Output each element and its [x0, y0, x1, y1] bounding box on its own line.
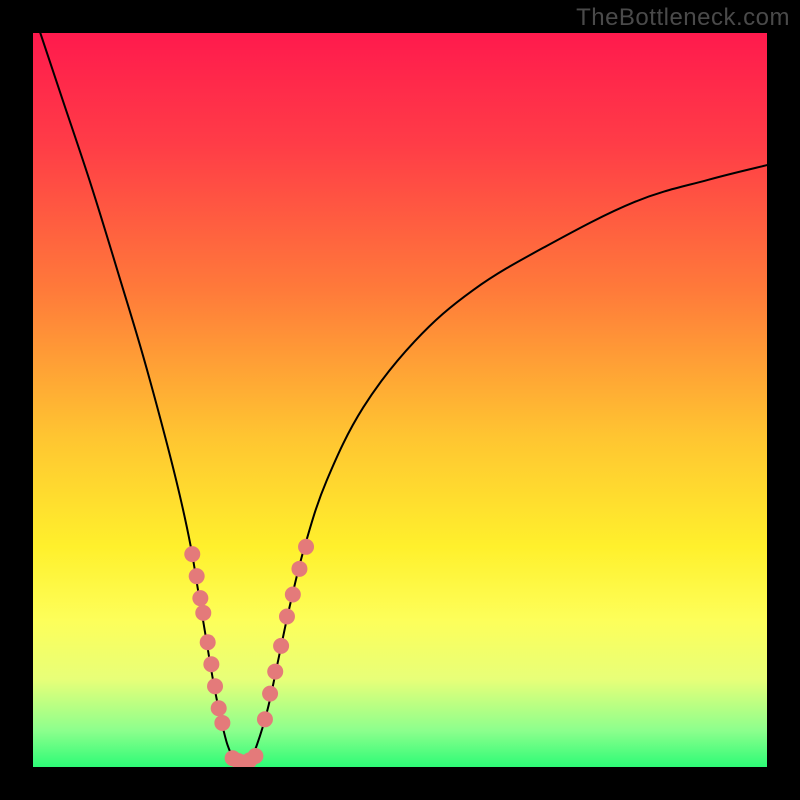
- data-point: [195, 605, 211, 621]
- data-point: [267, 664, 283, 680]
- data-point: [291, 561, 307, 577]
- data-point: [192, 590, 208, 606]
- data-point: [262, 686, 278, 702]
- data-point: [200, 634, 216, 650]
- chart-svg: [33, 33, 767, 767]
- data-point: [257, 711, 273, 727]
- plot-area: [33, 33, 767, 767]
- data-point: [184, 546, 200, 562]
- data-point: [298, 539, 314, 555]
- data-point: [203, 656, 219, 672]
- data-point: [273, 638, 289, 654]
- watermark-label: TheBottleneck.com: [576, 4, 790, 32]
- data-point: [247, 748, 263, 764]
- data-point: [211, 700, 227, 716]
- data-point: [214, 715, 230, 731]
- data-point: [279, 609, 295, 625]
- chart-frame: TheBottleneck.com: [0, 0, 800, 800]
- data-point: [189, 568, 205, 584]
- data-point: [207, 678, 223, 694]
- chart-background: [33, 33, 767, 767]
- data-point: [285, 587, 301, 603]
